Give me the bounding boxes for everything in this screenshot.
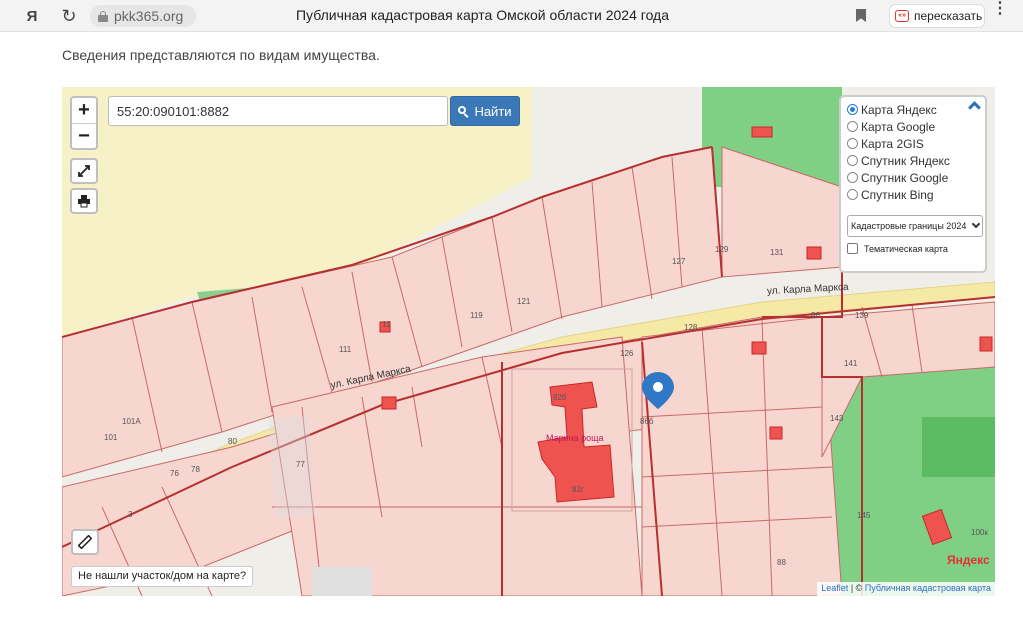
plot-number: 121: [517, 297, 531, 306]
yandex-watermark: Яндекс: [947, 553, 990, 567]
measure-button[interactable]: [71, 529, 99, 555]
intro-text: Сведения представляются по видам имущест…: [62, 47, 380, 63]
zoom-control: + −: [70, 96, 98, 150]
radio[interactable]: [847, 172, 858, 183]
plot-number: 128: [684, 323, 698, 332]
page-tab-title: Публичная кадастровая карта Омской облас…: [295, 7, 670, 23]
layer-label: Спутник Google: [861, 170, 949, 185]
plot-number: 12: [382, 320, 391, 329]
layer-option-yandex-map[interactable]: Карта Яндекс: [847, 101, 979, 118]
retell-button[interactable]: «» пересказать: [889, 4, 985, 28]
radio-selected[interactable]: [847, 104, 858, 115]
layer-switcher-panel: Карта Яндекс Карта Google Карта 2GIS Спу…: [839, 95, 987, 273]
radio[interactable]: [847, 189, 858, 200]
chevron-down-icon: [971, 219, 981, 229]
yandex-browser-logo-icon[interactable]: Я: [20, 4, 44, 28]
plot-number: 101: [104, 433, 118, 442]
plot-number: 82б: [553, 393, 567, 402]
layer-option-yandex-satellite[interactable]: Спутник Яндекс: [847, 152, 979, 169]
bookmark-icon[interactable]: [856, 9, 866, 22]
layer-label: Спутник Яндекс: [861, 153, 950, 168]
cadastral-map[interactable]: ул. Карла Маркса ул. Карла Маркса Марина…: [62, 87, 995, 596]
plot-number: 82г: [572, 485, 584, 494]
plot-number: 101А: [122, 417, 141, 426]
plot-number: 127: [672, 257, 686, 266]
layer-label: Спутник Bing: [861, 187, 934, 202]
refresh-icon[interactable]: ↻: [57, 4, 81, 28]
not-found-link[interactable]: Не нашли участок/дом на карте?: [71, 566, 254, 587]
plot-number: 78: [191, 465, 200, 474]
plot-number: 145: [857, 511, 871, 520]
zoom-in-button[interactable]: +: [72, 98, 96, 123]
plot-number: 88: [777, 558, 786, 567]
poi-label: Марина роща: [546, 433, 604, 443]
lock-icon: [98, 10, 108, 22]
plot-number: 86б: [640, 417, 654, 426]
layer-label: Карта Google: [861, 119, 936, 134]
layer-label: Карта 2GIS: [861, 136, 924, 151]
retell-label: пересказать: [914, 9, 983, 23]
fullscreen-button[interactable]: [70, 158, 98, 184]
plot-number: 76: [170, 469, 179, 478]
layer-option-google-satellite[interactable]: Спутник Google: [847, 169, 979, 186]
fullscreen-icon: [78, 165, 90, 177]
layer-option-google-map[interactable]: Карта Google: [847, 118, 979, 135]
radio[interactable]: [847, 155, 858, 166]
layer-label: Карта Яндекс: [861, 102, 937, 117]
leaflet-link[interactable]: Leaflet: [821, 583, 848, 593]
select-value: Кадастровые границы 2024: [851, 221, 967, 231]
radio[interactable]: [847, 121, 858, 132]
plot-number: 131: [770, 248, 784, 257]
print-button[interactable]: [70, 188, 98, 214]
search-icon: [458, 105, 469, 118]
attribution-separator: | ©: [848, 583, 865, 593]
plot-number: 141: [844, 359, 858, 368]
radio[interactable]: [847, 138, 858, 149]
layer-option-bing-satellite[interactable]: Спутник Bing: [847, 186, 979, 203]
plot-number: 80: [228, 437, 237, 446]
source-link[interactable]: Публичная кадастровая карта: [865, 583, 991, 593]
plot-number: 3: [128, 510, 133, 519]
thematic-map-toggle[interactable]: Тематическая карта: [847, 243, 979, 254]
thematic-checkbox[interactable]: [847, 243, 858, 254]
address-bar[interactable]: pkk365.org: [90, 5, 196, 27]
more-menu-icon[interactable]: ⋮: [992, 1, 1008, 17]
plot-number: 126: [620, 349, 634, 358]
plot-number: 143: [830, 414, 844, 423]
printer-icon: [78, 195, 90, 208]
plot-number: 111: [339, 345, 352, 354]
address-text: pkk365.org: [114, 8, 184, 24]
ruler-icon: [78, 535, 92, 549]
find-button-label: Найти: [474, 103, 512, 119]
browser-toolbar: Я ↻ pkk365.org Публичная кадастровая кар…: [0, 0, 1023, 32]
plot-number: 119: [470, 311, 483, 320]
find-button[interactable]: Найти: [450, 96, 520, 126]
thematic-label: Тематическая карта: [864, 243, 948, 254]
plot-number: 139: [855, 311, 869, 320]
plot-number: 129: [715, 245, 729, 254]
zoom-out-button[interactable]: −: [72, 123, 96, 148]
plot-number: 100к: [971, 528, 988, 537]
retell-icon: «»: [895, 10, 909, 22]
map-attribution: Leaflet | © Публичная кадастровая карта: [817, 582, 995, 596]
plot-number: 77: [296, 460, 305, 469]
cadastral-search-input[interactable]: [108, 96, 448, 126]
plot-number: 86: [811, 311, 820, 320]
cadastral-layer-select[interactable]: Кадастровые границы 2024: [847, 215, 983, 237]
layer-option-2gis-map[interactable]: Карта 2GIS: [847, 135, 979, 152]
